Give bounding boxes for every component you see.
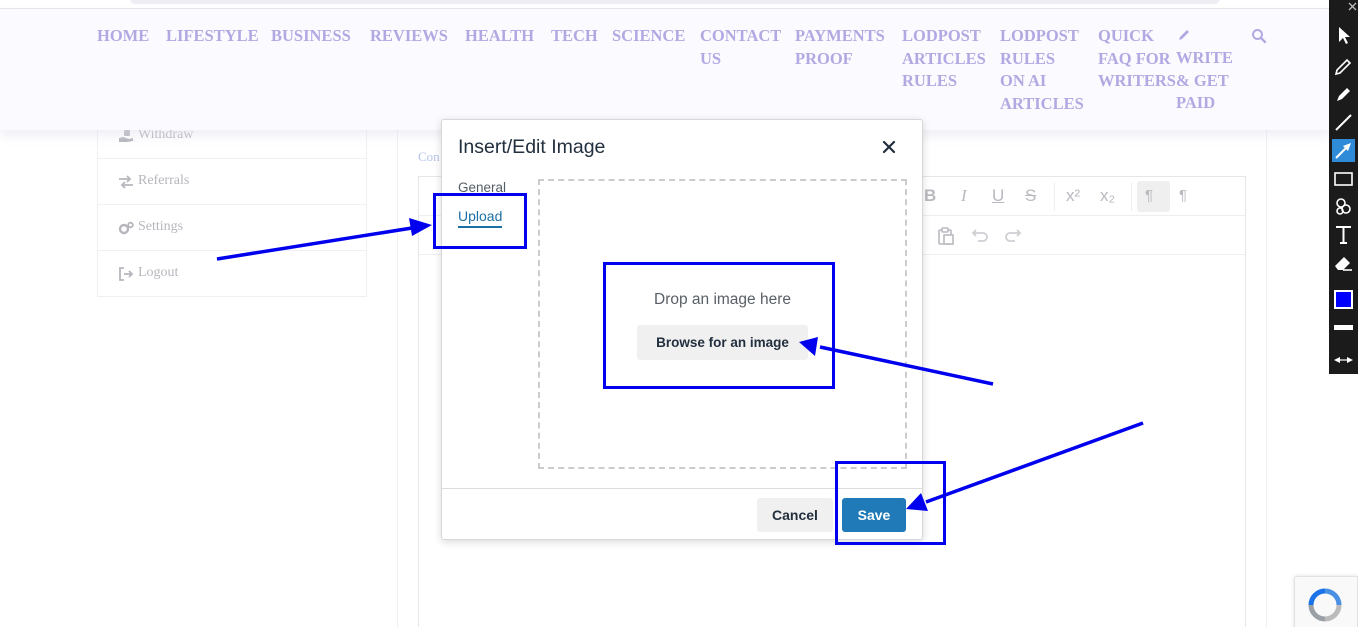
arrow-icon[interactable] [1332, 139, 1355, 162]
save-button[interactable]: Save [842, 498, 906, 532]
redo-icon[interactable] [1004, 228, 1024, 244]
ltr-button-active [1137, 181, 1170, 212]
nav-item-articles-rules[interactable]: LODPOST ARTICLES RULES [902, 25, 986, 93]
search-icon[interactable] [1251, 28, 1267, 44]
undo-icon[interactable] [969, 228, 989, 244]
toolbar-divider [1054, 183, 1055, 211]
nav-item-business[interactable]: BUSINESS [271, 25, 351, 48]
text-icon[interactable] [1332, 223, 1355, 246]
collapse-icon[interactable] [1332, 349, 1355, 372]
dialog-title: Insert/Edit Image [458, 136, 606, 158]
subscript-icon[interactable]: x₂ [1100, 186, 1115, 206]
nav-item-home[interactable]: HOME [97, 25, 149, 48]
content-heading-fragment: Con [418, 149, 440, 164]
superscript-icon[interactable]: x² [1066, 186, 1080, 206]
nav-item-science[interactable]: SCIENCE [612, 25, 685, 48]
dialog-footer: Cancel Save [442, 488, 922, 540]
marker-icon[interactable] [1332, 83, 1355, 106]
nav-item-write-get-paid[interactable]: WRITE & GET PAID [1176, 47, 1233, 115]
color-swatch-icon[interactable] [1332, 288, 1355, 311]
insert-image-dialog: Insert/Edit Image General Upload Drop an… [441, 119, 923, 540]
pencil-icon [1179, 30, 1189, 40]
pencil-icon[interactable] [1332, 55, 1355, 78]
paste-icon[interactable] [936, 226, 956, 246]
bold-icon[interactable]: B [924, 186, 936, 206]
sidebar-item-label: Referrals [138, 173, 190, 188]
nav-item-reviews[interactable]: REVIEWS [370, 25, 448, 48]
exchange-icon [119, 175, 133, 189]
logout-icon [119, 267, 134, 281]
eraser-icon[interactable] [1332, 251, 1355, 274]
toolbar-divider [1131, 183, 1132, 211]
close-icon[interactable] [1348, 2, 1357, 11]
nav-item-tech[interactable]: TECH [551, 25, 598, 48]
main-navigation: HOME LIFESTYLE BUSINESS REVIEWS HEALTH T… [0, 9, 1330, 130]
nav-item-contact-us[interactable]: CONTACT US [700, 25, 781, 70]
drawing-toolbar [1329, 0, 1358, 374]
nav-item-payments-proof[interactable]: PAYMENTS PROOF [795, 25, 885, 70]
tab-general[interactable]: General [458, 180, 506, 195]
rectangle-icon[interactable] [1332, 167, 1355, 190]
stamp-icon[interactable] [1332, 195, 1355, 218]
browse-image-button[interactable]: Browse for an image [637, 325, 808, 360]
cancel-button[interactable]: Cancel [757, 498, 833, 532]
underline-icon[interactable]: U [992, 186, 1004, 206]
nav-item-faq[interactable]: QUICK FAQ FOR WRITERS [1098, 25, 1176, 93]
sidebar-item-settings[interactable]: Settings [98, 205, 366, 251]
line-icon[interactable] [1332, 111, 1355, 134]
sidebar-item-logout[interactable]: Logout [98, 251, 366, 297]
hand-money-icon [119, 130, 133, 142]
dropzone-text: Drop an image here [654, 291, 791, 308]
stroke-width-icon[interactable] [1332, 316, 1355, 339]
sidebar-item-label: Logout [138, 265, 179, 280]
sidebar-item-referrals[interactable]: Referrals [98, 159, 366, 205]
image-dropzone[interactable]: Drop an image here Browse for an image [538, 179, 907, 469]
strikethrough-icon[interactable]: S [1025, 186, 1036, 206]
ltr-icon[interactable]: ¶ [1145, 187, 1153, 204]
cursor-icon[interactable] [1332, 24, 1355, 47]
nav-item-lifestyle[interactable]: LIFESTYLE [166, 25, 259, 48]
nav-item-health[interactable]: HEALTH [465, 25, 534, 48]
tab-upload[interactable]: Upload [458, 208, 503, 228]
rtl-icon[interactable]: ¶ [1179, 187, 1187, 204]
nav-item-ai-rules[interactable]: LODPOST RULES ON AI ARTICLES [1000, 25, 1084, 115]
italic-icon[interactable]: I [961, 186, 967, 206]
sidebar-item-label: Settings [138, 219, 184, 234]
close-icon[interactable] [878, 136, 900, 158]
dashboard-sidebar: Withdraw Referrals Settings Logout [97, 113, 367, 297]
browser-top-bar [130, 0, 1220, 4]
recaptcha-badge[interactable] [1294, 576, 1358, 627]
recaptcha-icon [1308, 588, 1342, 622]
cogs-icon [118, 221, 134, 235]
